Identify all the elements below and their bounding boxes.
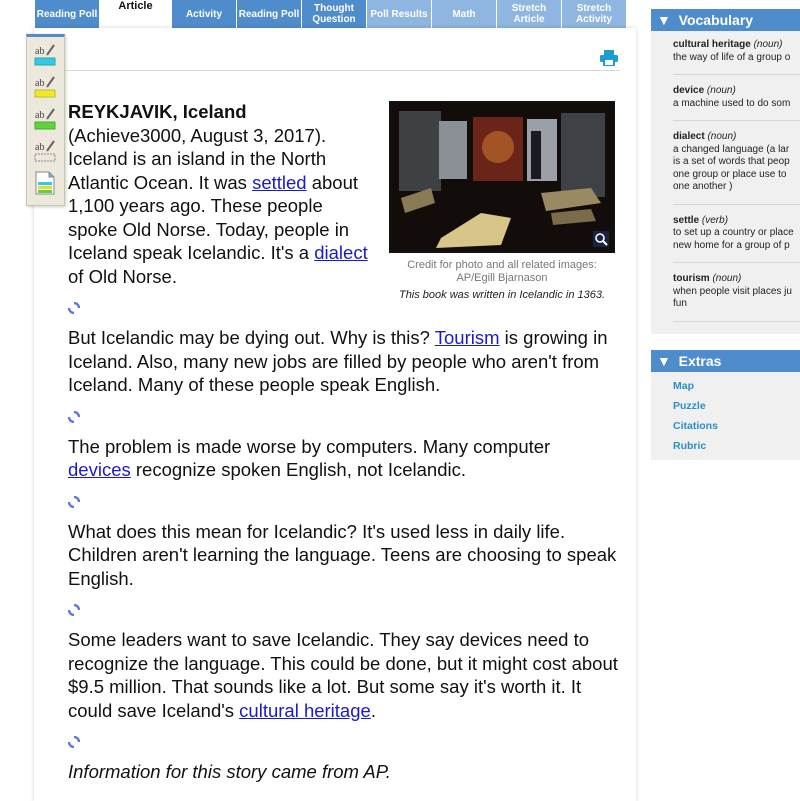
vocab-entry: cultural heritage (noun) the way of life… [673,37,800,75]
dateline: REYKJAVIK, Iceland [68,101,247,122]
paragraph-refresh-icon[interactable] [68,736,80,748]
vocab-link-settled[interactable]: settled [252,172,307,193]
collapse-triangle-icon: ▼ [657,352,671,369]
tab-stretch-article[interactable]: Stretch Article [497,0,562,28]
paragraph-refresh-icon[interactable] [68,410,80,423]
extras-link-citations[interactable]: Citations [673,416,800,436]
vocab-term: tourism [673,273,710,284]
vocab-term: settle [673,214,700,226]
vocab-entry: settle (verb) to set up a country or pla… [673,213,800,263]
sidebar: ▼ Vocabulary cultural heritage (noun) th… [651,9,800,460]
paragraph-1: REYKJAVIK, Iceland (Achieve3000, August 3… [68,100,368,288]
text: But Icelandic may be dying out. Why is t… [68,327,435,348]
eraser-highlight-icon[interactable]: ab [34,139,56,163]
vocab-pos: (noun) [712,273,742,284]
extras-header[interactable]: ▼ Extras [651,349,800,372]
paragraph-refresh-icon[interactable] [68,302,80,314]
vocab-def: is a set of words that peop [673,156,790,167]
extras-title: Extras [678,352,722,369]
vocab-link-devices[interactable]: devices [68,459,131,480]
vocab-entry: dialect (noun) a changed language (a lar… [673,129,800,205]
collapse-triangle-icon: ▼ [657,12,671,28]
extras-section: ▼ Extras Map Puzzle Citations Rubric [651,349,800,460]
vocab-pos: (noun) [707,131,737,142]
extras-link-rubric[interactable]: Rubric [673,436,800,456]
vocab-link-tourism[interactable]: Tourism [435,327,500,348]
svg-text:ab: ab [35,142,44,153]
notes-icon[interactable] [34,171,56,195]
vocab-def: a changed language (a lar [673,143,790,155]
vocab-def: to set up a country or place [673,227,794,238]
source-note: Information for this story came from AP. [68,761,391,782]
tab-activity[interactable]: Activity [172,0,237,28]
vocab-def: one another ) [673,181,733,192]
vocab-pos: (noun) [753,39,783,50]
article-body: REYKJAVIK, Iceland (Achieve3000, August 3… [68,100,618,784]
highlight-yellow-icon[interactable]: ab [34,75,56,99]
tab-thought-question[interactable]: Thought Question [302,0,367,28]
vocab-pos: (verb) [701,214,729,226]
vocab-def: new home for a group of p [673,239,790,251]
vocab-term: dialect [673,131,705,142]
print-icon[interactable] [600,50,618,66]
paragraph-5: Some leaders want to save Icelandic. The… [68,628,618,722]
vocab-def: the way of life of a group o [673,51,791,63]
tab-reading-poll-2[interactable]: Reading Poll [237,0,302,28]
activity-tabs: Reading Poll Article Activity Reading Po… [35,0,627,28]
tab-poll-results[interactable]: Poll Results [367,0,432,28]
tab-article[interactable]: Article [100,0,172,28]
text: of Old Norse. [68,265,177,287]
vocab-link-dialect[interactable]: dialect [314,242,367,263]
vocabulary-header[interactable]: ▼ Vocabulary [651,9,800,31]
paragraph-2: But Icelandic may be dying out. Why is t… [68,326,618,397]
vocab-def: when people visit places ju [673,285,792,297]
paragraph-refresh-icon[interactable] [68,604,80,616]
vocab-term: cultural heritage [673,39,751,50]
highlight-green-icon[interactable]: ab [34,107,56,131]
vocab-def: a machine used to do som [673,97,791,109]
svg-text:ab: ab [35,110,44,121]
vocab-link-cultural-heritage[interactable]: cultural heritage [239,700,371,721]
vocab-def: fun [673,298,687,309]
paragraph-4: What does this mean for Icelandic? It's … [68,520,617,589]
vocabulary-list: cultural heritage (noun) the way of life… [651,31,800,334]
vocab-term: device [673,85,705,96]
tab-reading-poll[interactable]: Reading Poll [35,0,100,28]
tab-stretch-activity[interactable]: Stretch Activity [562,0,627,28]
text: . [370,699,376,721]
vocabulary-title: Vocabulary [678,12,754,28]
header-divider [66,70,620,71]
extras-list: Map Puzzle Citations Rubric [651,371,800,460]
text: recognize spoken English, not Icelandic. [130,459,466,480]
text: The problem is made worse by computers. … [68,435,551,457]
extras-link-map[interactable]: Map [673,376,800,396]
vocab-pos: (noun) [706,85,736,96]
paragraph-3: The problem is made worse by computers. … [68,435,618,482]
svg-text:ab: ab [35,46,44,57]
vocab-entry: tourism (noun) when people visit places … [673,271,800,322]
highlight-toolbar: ab ab ab ab [26,34,65,206]
svg-text:ab: ab [35,78,44,89]
paragraph-refresh-icon[interactable] [68,495,80,508]
vocab-entry: device (noun) a machine used to do som [673,83,800,121]
extras-link-puzzle[interactable]: Puzzle [673,396,800,416]
vocab-def: one group or place use to [673,168,787,180]
tab-math[interactable]: Math [432,0,497,28]
highlight-blue-icon[interactable]: ab [34,43,56,67]
